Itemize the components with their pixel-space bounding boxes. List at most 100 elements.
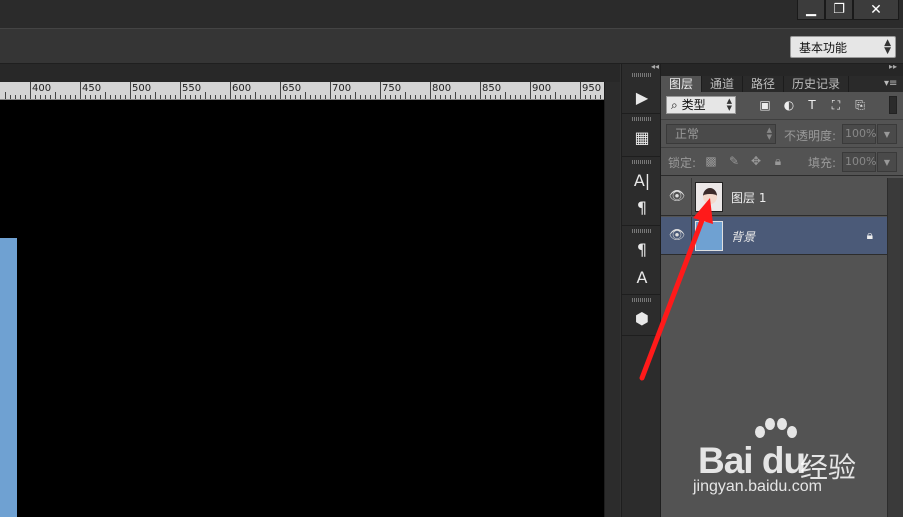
- layer-lock-icon[interactable]: 🔒︎: [867, 228, 873, 243]
- filter-shape-icon[interactable]: ⛶: [828, 97, 844, 113]
- ruler-minor-tick: [525, 95, 526, 99]
- ruler-minor-tick: [40, 95, 41, 99]
- ruler-minor-tick: [275, 95, 276, 99]
- filter-toggle[interactable]: [889, 96, 897, 114]
- ruler-label: 750: [382, 83, 402, 94]
- layers-scrollbar[interactable]: [887, 178, 903, 517]
- ruler-minor-tick: [160, 95, 161, 99]
- 3d-icon[interactable]: ⬢: [628, 306, 656, 330]
- opacity-dropdown[interactable]: ▼: [877, 124, 897, 144]
- dock-grip[interactable]: [632, 229, 652, 233]
- ruler-major-tick: [230, 82, 231, 99]
- opacity-field[interactable]: 100%: [842, 124, 876, 144]
- tab-channels[interactable]: 通道: [702, 76, 744, 92]
- layer-row[interactable]: 👁︎ 图层 1: [661, 178, 887, 216]
- ruler-minor-tick: [20, 95, 21, 99]
- collapse-right-icon[interactable]: ▸▸: [889, 62, 897, 71]
- horizontal-ruler[interactable]: 400 450 500 550 600 650 700 750 800 850 900 950: [0, 82, 604, 100]
- lock-transparent-icon[interactable]: ▩: [703, 153, 719, 169]
- ruler-minor-tick: [420, 95, 421, 99]
- updown-arrows-icon: ▲ ▼: [766, 126, 772, 141]
- dock-grip[interactable]: [632, 117, 652, 121]
- ruler-minor-tick: [215, 95, 216, 99]
- tab-paths[interactable]: 路径: [743, 76, 785, 92]
- ruler-major-tick: [280, 82, 281, 99]
- ruler-minor-tick: [410, 95, 411, 99]
- minimize-icon: ▁: [806, 2, 816, 17]
- filter-smart-object-icon[interactable]: ⎘: [852, 97, 868, 113]
- dock-grip[interactable]: [632, 73, 652, 77]
- blend-mode-value: 正常: [675, 127, 700, 141]
- lock-position-icon[interactable]: ✥: [748, 153, 764, 169]
- ruler-minor-tick: [600, 95, 601, 99]
- watermark-logo: Bai du: [698, 440, 806, 481]
- ruler-minor-tick: [135, 95, 136, 99]
- lock-all-icon[interactable]: 🔒︎: [770, 153, 786, 169]
- properties-icon[interactable]: ▦: [628, 125, 656, 149]
- ruler-minor-tick: [200, 95, 201, 99]
- filter-adjustment-icon[interactable]: ◐: [781, 97, 797, 113]
- ruler-minor-tick: [370, 95, 371, 99]
- tab-history[interactable]: 历史记录: [784, 76, 850, 92]
- minimize-button[interactable]: ▁: [797, 0, 825, 20]
- visibility-eye-icon[interactable]: 👁︎: [669, 188, 686, 204]
- layer-name[interactable]: 图层 1: [731, 189, 766, 206]
- ruler-minor-tick: [175, 95, 176, 99]
- ruler-minor-tick: [350, 95, 351, 99]
- play-actions-icon[interactable]: ▶: [628, 85, 656, 109]
- ruler-minor-tick: [60, 95, 61, 99]
- workspace-switcher[interactable]: 基本功能 ▲ ▼: [790, 36, 896, 58]
- paragraph-styles-icon[interactable]: ¶: [628, 237, 656, 261]
- chevron-down-icon: ▼: [883, 157, 891, 167]
- canvas-scrollbar[interactable]: [604, 82, 620, 517]
- fill-dropdown[interactable]: ▼: [877, 152, 897, 172]
- panel-collapse-bar[interactable]: ◂◂ ▸▸: [651, 62, 903, 76]
- ruler-minor-tick: [170, 95, 171, 99]
- visibility-eye-icon[interactable]: 👁︎: [669, 227, 686, 243]
- ruler-minor-tick: [50, 95, 51, 99]
- fill-field[interactable]: 100%: [842, 152, 876, 172]
- character-styles-icon[interactable]: A: [628, 265, 656, 289]
- layer-name[interactable]: 背景: [731, 228, 755, 245]
- divider: [691, 178, 692, 216]
- ruler-minor-tick: [520, 95, 521, 99]
- collapse-left-icon[interactable]: ◂◂: [651, 62, 659, 71]
- ruler-minor-tick: [515, 95, 516, 99]
- ruler-minor-tick: [285, 95, 286, 99]
- dock-grip[interactable]: [632, 160, 652, 164]
- ruler-minor-tick: [435, 95, 436, 99]
- ruler-minor-tick: [85, 95, 86, 99]
- ruler-minor-tick: [15, 95, 16, 99]
- options-bar: [0, 28, 903, 64]
- paragraph-icon[interactable]: ¶: [628, 195, 656, 219]
- ruler-minor-tick: [555, 92, 556, 99]
- ruler-minor-tick: [155, 92, 156, 99]
- filter-type-icon[interactable]: T: [804, 97, 820, 113]
- panel-menu-icon[interactable]: ▾≡: [884, 76, 902, 92]
- ruler-label: 500: [132, 83, 152, 94]
- restore-button[interactable]: ❐: [825, 0, 853, 20]
- character-icon[interactable]: A|: [628, 168, 656, 192]
- filter-kind-select[interactable]: ⌕ 类型 ▲ ▼: [666, 96, 736, 114]
- ruler-minor-tick: [95, 95, 96, 99]
- ruler-major-tick: [480, 82, 481, 99]
- dock-divider: [622, 225, 660, 226]
- ruler-label: 400: [32, 83, 52, 94]
- ruler-minor-tick: [545, 95, 546, 99]
- ruler-minor-tick: [270, 95, 271, 99]
- ruler-minor-tick: [385, 95, 386, 99]
- canvas[interactable]: [0, 100, 604, 517]
- search-icon: ⌕: [671, 98, 678, 112]
- ruler-minor-tick: [265, 95, 266, 99]
- lock-image-icon[interactable]: ✎: [726, 153, 742, 169]
- ruler-minor-tick: [535, 95, 536, 99]
- filter-kind-label: 类型: [681, 98, 706, 112]
- dock-grip[interactable]: [632, 298, 652, 302]
- close-button[interactable]: ✕: [853, 0, 899, 20]
- ruler-minor-tick: [325, 95, 326, 99]
- tab-layers[interactable]: 图层: [661, 76, 703, 92]
- filter-pixel-icon[interactable]: ▣: [757, 97, 773, 113]
- layer-row-selected[interactable]: 👁︎ 背景 🔒︎: [661, 217, 887, 255]
- ruler-minor-tick: [310, 95, 311, 99]
- blend-mode-select[interactable]: 正常 ▲ ▼: [666, 124, 776, 144]
